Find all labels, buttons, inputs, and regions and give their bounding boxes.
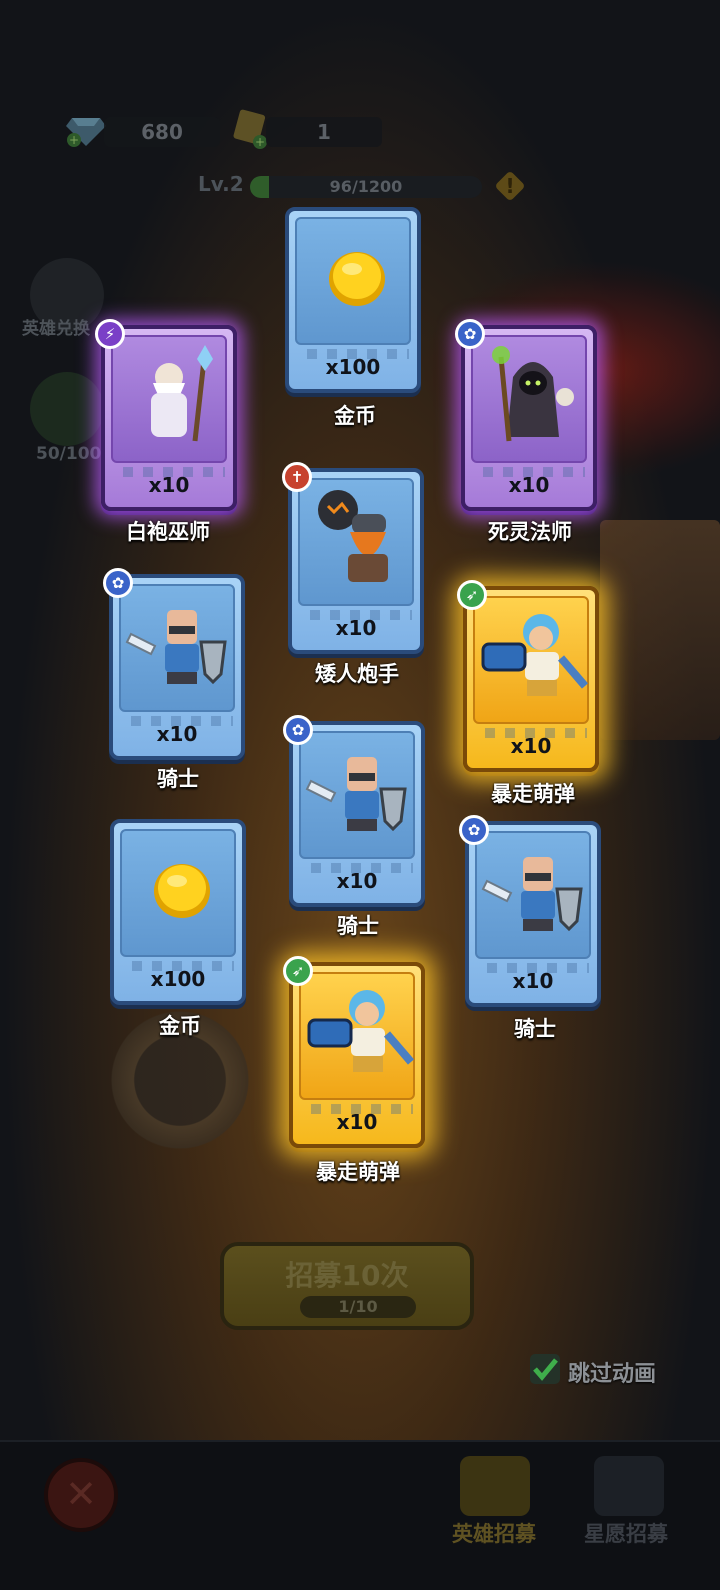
svg-text:!: !: [505, 174, 514, 198]
class-badge-icon: ✿: [455, 319, 485, 349]
svg-text:+: +: [69, 133, 79, 147]
star-progress-label: 50/100: [36, 444, 102, 464]
reward-card[interactable]: ✝ x10: [282, 462, 424, 654]
hero-exchange-label: 英雄兑换: [22, 319, 90, 339]
recruit-10-button[interactable]: 招募10次 1/10: [220, 1242, 474, 1330]
card-quantity: x10: [336, 1110, 378, 1134]
class-badge-icon: ✝: [282, 462, 312, 492]
ticket-icon[interactable]: +: [230, 108, 270, 150]
card-quantity: x10: [156, 722, 198, 746]
knight-icon: [125, 610, 227, 685]
gem-icon[interactable]: +: [66, 112, 106, 148]
knight-icon: [305, 757, 407, 832]
class-badge-icon: ✿: [459, 815, 489, 845]
card-quantity: x100: [325, 355, 381, 379]
xp-text: 96/1200: [329, 177, 403, 196]
skip-animation-label: 跳过动画: [568, 1362, 657, 1387]
reward-card[interactable]: ✿ x10: [103, 568, 245, 760]
class-badge-icon: ➶: [457, 580, 487, 610]
card-name: 白袍巫师: [126, 520, 210, 544]
berserk-gunner-icon: [481, 614, 589, 696]
card-quantity: x10: [508, 473, 550, 497]
star-progress-icon[interactable]: [30, 372, 104, 446]
card-name: 金币: [159, 1014, 201, 1038]
close-icon: ✕: [65, 1472, 97, 1516]
card-quantity: x10: [148, 473, 190, 497]
class-badge-icon: ➶: [283, 956, 313, 986]
xp-bar: 96/1200: [250, 176, 482, 198]
class-badge-icon: ✿: [103, 568, 133, 598]
card-name: 死灵法师: [488, 520, 572, 544]
tab-star-wish-recruit[interactable]: 星愿招募: [584, 1518, 668, 1548]
reward-card[interactable]: ✿ x10: [283, 715, 425, 907]
close-button[interactable]: ✕: [44, 1458, 118, 1532]
hero-recruit-tab-icon[interactable]: [460, 1456, 530, 1516]
reward-card[interactable]: ✿ x10: [459, 815, 601, 1007]
class-badge-icon: ✿: [283, 715, 313, 745]
card-quantity: x10: [510, 734, 552, 758]
card-name: 骑士: [337, 914, 379, 938]
berserk-gunner-icon: [307, 990, 415, 1072]
gem-count: 680: [104, 117, 220, 147]
card-quantity: x100: [150, 967, 206, 991]
checkmark-icon: [533, 1358, 558, 1381]
tab-hero-recruit[interactable]: 英雄招募: [452, 1518, 536, 1548]
gold-coin-icon: [154, 864, 210, 918]
reward-card[interactable]: ✿ x10: [455, 319, 597, 511]
dwarf-gunner-icon: [318, 490, 388, 582]
card-name: 暴走萌弹: [316, 1160, 400, 1184]
reward-card[interactable]: ➶ x10: [283, 956, 425, 1148]
card-name: 暴走萌弹: [491, 782, 575, 806]
recruit-count: 1/10: [300, 1296, 416, 1318]
card-name: 矮人炮手: [315, 662, 399, 686]
ticket-count: 1: [266, 117, 382, 147]
skip-animation-checkbox[interactable]: [530, 1354, 560, 1384]
svg-text:+: +: [255, 135, 265, 149]
reward-card[interactable]: x100: [285, 207, 421, 393]
star-wish-recruit-tab-icon[interactable]: [594, 1456, 664, 1516]
card-name: 骑士: [514, 1017, 556, 1041]
necromancer-icon: [492, 346, 574, 442]
card-quantity: x10: [335, 616, 377, 640]
castle-silhouette: [600, 520, 720, 740]
card-quantity: x10: [512, 969, 554, 993]
warning-icon[interactable]: !: [492, 168, 528, 204]
reward-card[interactable]: ➶ x10: [457, 580, 599, 772]
gold-coin-icon: [329, 252, 385, 306]
knight-icon: [481, 857, 583, 932]
level-label: Lv.2: [198, 172, 244, 196]
white-wizard-icon: [151, 345, 213, 442]
reward-card[interactable]: ⚡ x10: [95, 319, 237, 511]
class-badge-icon: ⚡: [95, 319, 125, 349]
card-name: 骑士: [157, 767, 199, 791]
card-name: 金币: [334, 404, 376, 428]
reward-card[interactable]: x100: [110, 819, 246, 1005]
card-quantity: x10: [336, 869, 378, 893]
recruit-10-label: 招募10次: [285, 1259, 409, 1292]
